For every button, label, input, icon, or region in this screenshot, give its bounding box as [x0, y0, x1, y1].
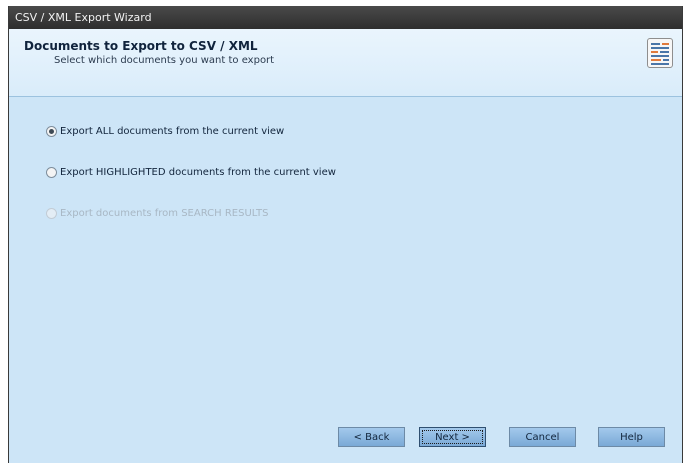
option-export-search-results: Export documents from SEARCH RESULTS [46, 208, 268, 219]
option-export-search-results-label: Export documents from SEARCH RESULTS [60, 208, 269, 219]
export-wizard-window: CSV / XML Export Wizard Documents to Exp… [8, 6, 683, 463]
option-export-highlighted-label: Export HIGHLIGHTED documents from the cu… [60, 167, 336, 178]
option-export-all[interactable]: Export ALL documents from the current vi… [46, 126, 284, 137]
help-button[interactable]: Help [598, 427, 665, 447]
option-export-highlighted[interactable]: Export HIGHLIGHTED documents from the cu… [46, 167, 336, 178]
option-export-all-label: Export ALL documents from the current vi… [60, 126, 285, 137]
title-bar: CSV / XML Export Wizard [9, 6, 682, 29]
cancel-button[interactable]: Cancel [509, 427, 576, 447]
page-subtitle: Select which documents you want to expor… [54, 55, 275, 66]
page-title: Documents to Export to CSV / XML [24, 39, 258, 53]
wizard-body [9, 97, 682, 463]
radio-disabled-icon [46, 208, 57, 219]
next-button[interactable]: Next > [419, 427, 486, 447]
back-button[interactable]: < Back [338, 427, 405, 447]
export-document-icon [647, 38, 673, 68]
radio-unselected-icon[interactable] [46, 167, 57, 178]
wizard-header: Documents to Export to CSV / XML Select … [9, 29, 682, 97]
window-title: CSV / XML Export Wizard [15, 11, 152, 24]
radio-selected-icon[interactable] [46, 126, 57, 137]
